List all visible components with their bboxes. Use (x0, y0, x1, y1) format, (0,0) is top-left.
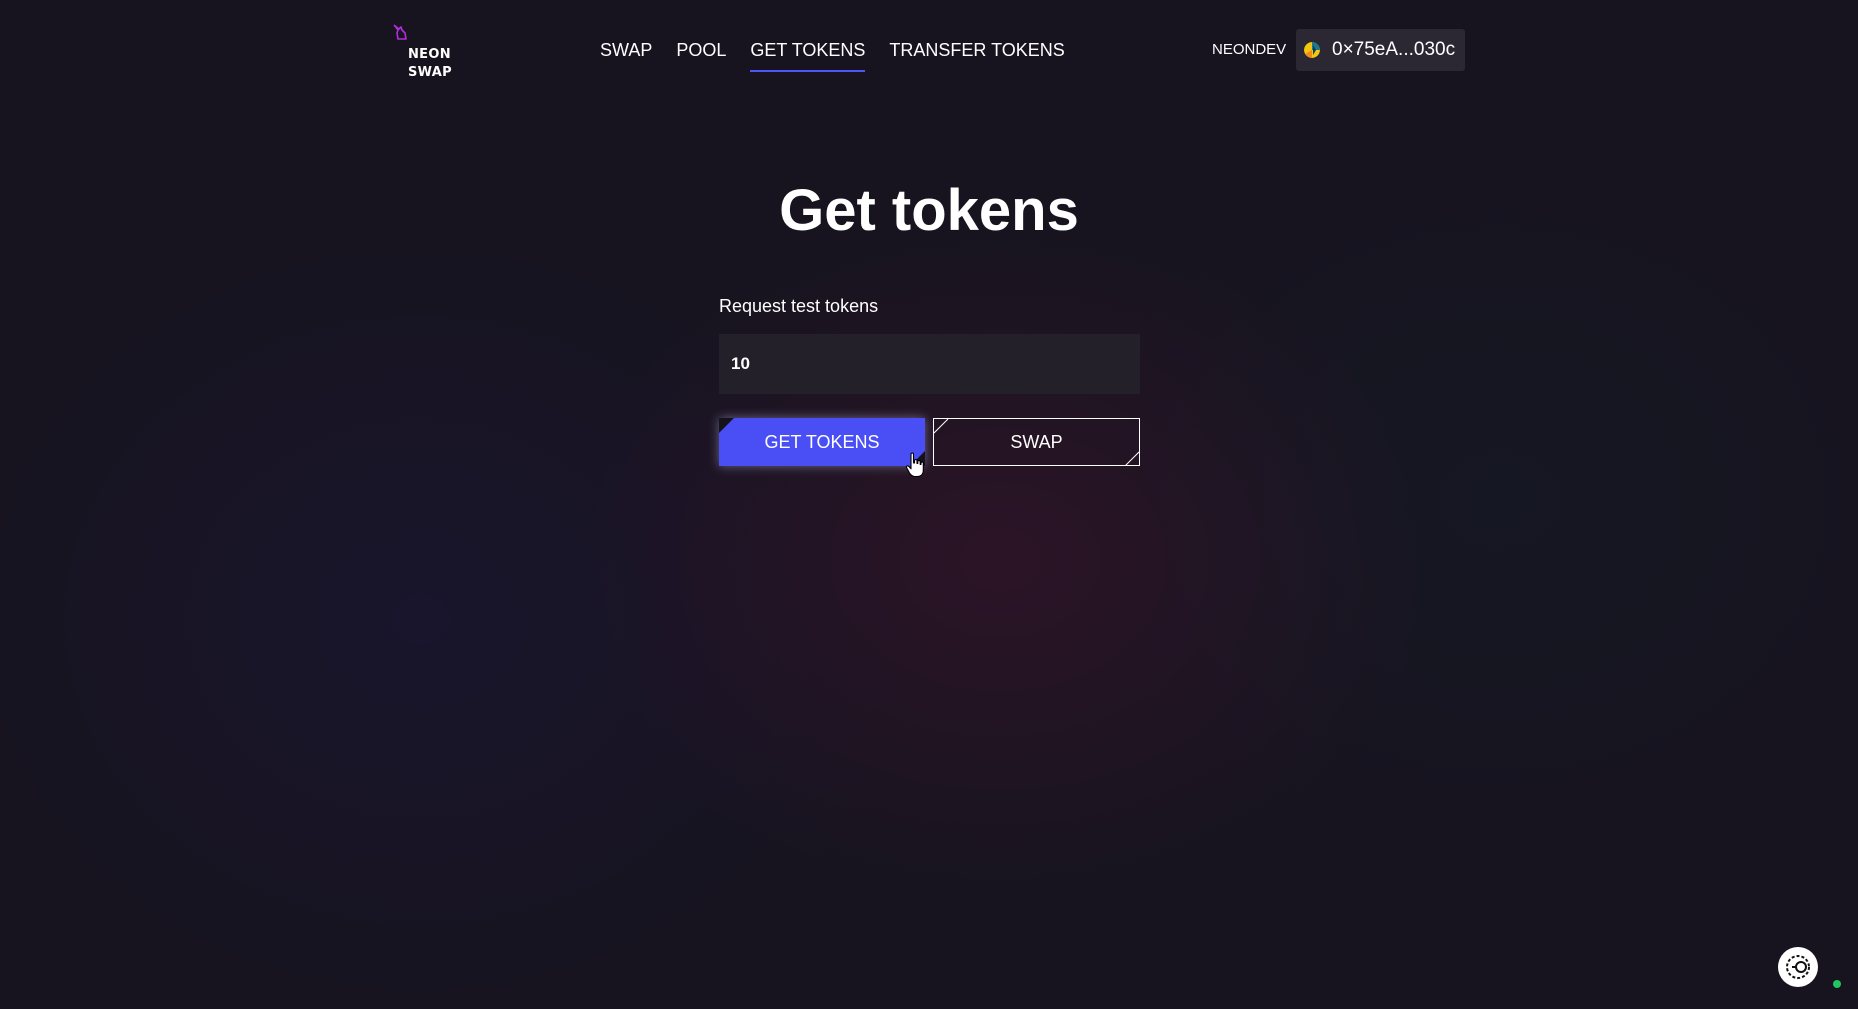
network-label[interactable]: NEONDEV (1212, 40, 1286, 60)
corner-notch (719, 418, 734, 433)
wallet-address: 0×75eA...030c (1332, 39, 1456, 60)
get-tokens-button-label: GET TOKENS (764, 431, 880, 452)
support-widget-button[interactable] (1778, 947, 1818, 987)
logo-text: NEON SWAP (408, 46, 452, 82)
support-chat-icon (1786, 955, 1810, 979)
amount-label: Request test tokens (719, 296, 879, 316)
amount-input[interactable] (719, 334, 1140, 394)
get-tokens-form: Request test tokens GET TOKENS SWAP (719, 294, 1140, 466)
get-tokens-button[interactable]: GET TOKENS (719, 418, 925, 466)
wallet-button[interactable]: 0×75eA...030c (1296, 29, 1465, 71)
hand-cursor-icon (905, 452, 924, 478)
wallet-avatar-icon (1304, 42, 1320, 58)
page: NEON SWAP SWAP POOL GET TOKENS TRANSFER … (0, 0, 1858, 1009)
nav-swap[interactable]: SWAP (600, 38, 652, 74)
unicorn-icon (393, 24, 407, 40)
form-buttons: GET TOKENS SWAP (719, 418, 1140, 466)
nav-get-tokens[interactable]: GET TOKENS (750, 38, 866, 74)
status-indicator (1833, 980, 1841, 988)
logo[interactable]: NEON SWAP (392, 24, 472, 84)
nav-transfer-tokens[interactable]: TRANSFER TOKENS (889, 38, 1064, 74)
nav-pool[interactable]: POOL (676, 38, 726, 74)
logo-text-line1: NEON (408, 47, 451, 62)
swap-button[interactable]: SWAP (933, 418, 1140, 466)
main-nav: SWAP POOL GET TOKENS TRANSFER TOKENS (600, 38, 1089, 74)
page-title: Get tokens (779, 178, 1079, 243)
button-frame-decoration (934, 419, 1139, 465)
logo-text-line2: SWAP (408, 65, 452, 80)
